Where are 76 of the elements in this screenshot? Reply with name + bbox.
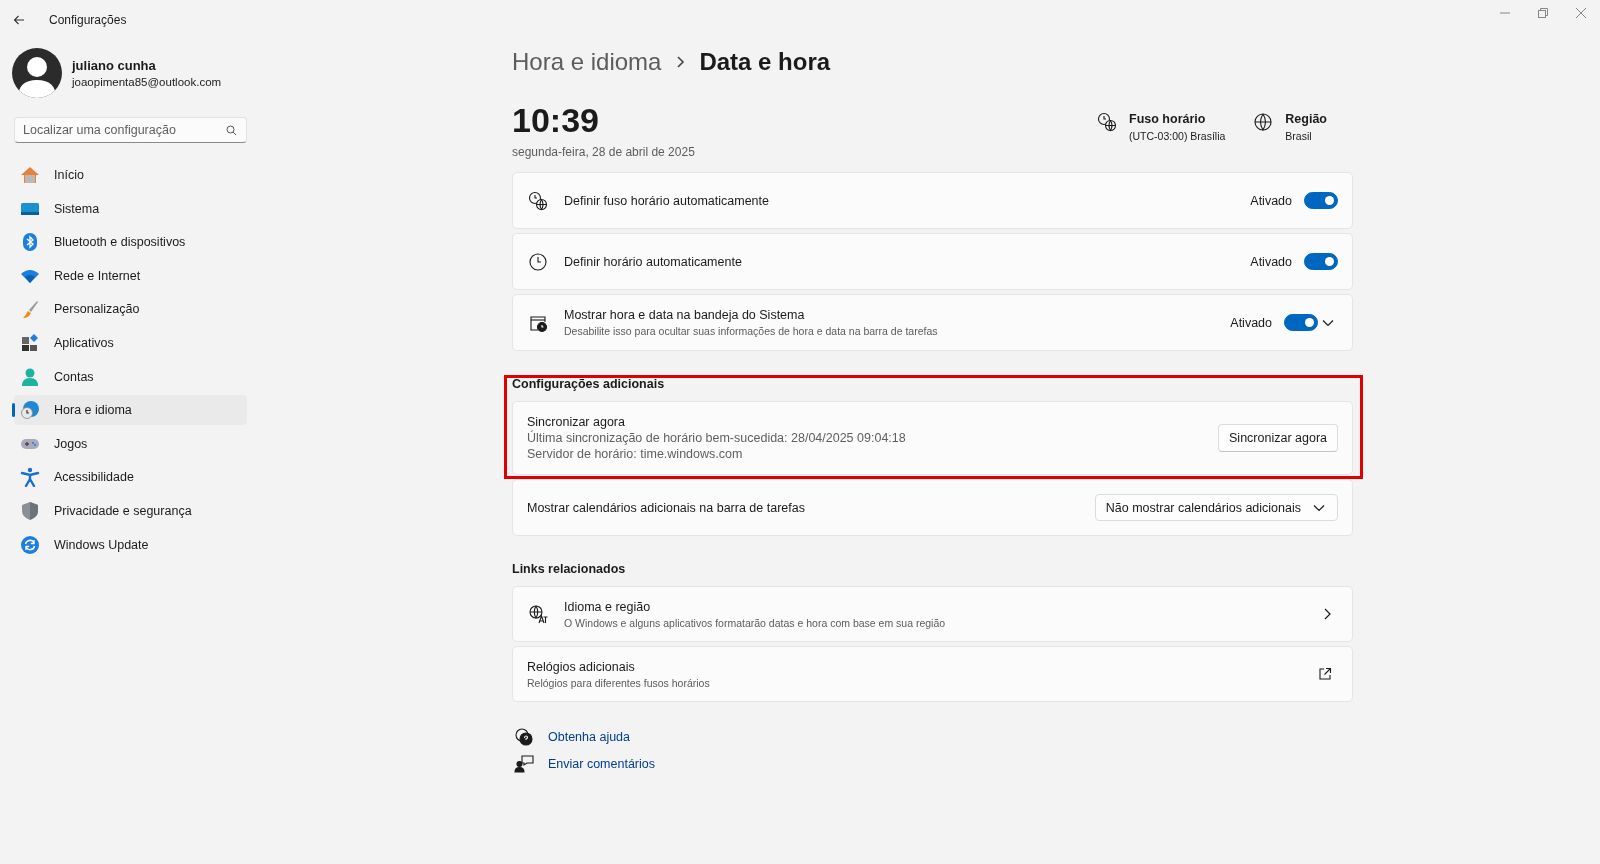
window-title: Configurações xyxy=(49,13,127,27)
clock-globe-icon xyxy=(1097,112,1118,132)
setting-label: Definir horário automaticamente xyxy=(564,254,743,269)
setting-label: Mostrar hora e data na bandeja do Sistema xyxy=(564,308,806,322)
search-field[interactable]: Localizar uma configuração xyxy=(14,117,247,143)
nav-item[interactable]: Personalização xyxy=(14,294,247,325)
clock-icon xyxy=(528,251,548,272)
toggle-switch[interactable] xyxy=(1304,253,1338,270)
setting-label: Definir fuso horário automaticamente xyxy=(564,193,770,208)
external-link-icon xyxy=(1318,667,1332,681)
back-arrow-icon[interactable] xyxy=(13,15,25,25)
time-server-text: Servidor de horário: time.windows.com xyxy=(527,447,744,461)
last-sync-text: Última sincronização de horário bem-sucedida: 28/04/2025 09:04:18 xyxy=(527,431,907,445)
link-description: O Windows e alguns aplicativos formatarão datas e hora com base em sua região xyxy=(564,616,947,629)
link-title: Relógios adicionais xyxy=(527,659,636,674)
breadcrumb-parent[interactable]: Hora e idioma xyxy=(512,48,662,76)
section-heading: Links relacionados xyxy=(512,561,627,578)
apps-icon xyxy=(20,332,40,353)
paintbrush-icon xyxy=(20,299,40,320)
sync-title: Sincronizar agora xyxy=(527,415,626,429)
current-time: 10:39 xyxy=(512,100,600,140)
nav-item[interactable]: Privacidade e segurança xyxy=(14,495,247,526)
chevron-right-icon xyxy=(1322,607,1332,621)
toggle-state: Ativado xyxy=(1250,254,1292,269)
toggle-state: Ativado xyxy=(1250,193,1292,208)
calendar-dropdown[interactable]: Não mostrar calendários adicionais xyxy=(1094,494,1338,521)
nav-item[interactable]: Início xyxy=(14,160,247,190)
shield-icon xyxy=(20,500,40,521)
chevron-right-icon xyxy=(675,55,686,69)
feedback-icon xyxy=(514,753,534,774)
globe-icon xyxy=(1253,112,1274,132)
globe-language-icon xyxy=(528,604,548,624)
nav-item[interactable]: Jogos xyxy=(14,428,247,459)
nav-item[interactable]: Aplicativos xyxy=(14,327,247,358)
related-link-card[interactable]: Idioma e região O Windows e alguns aplicativos formatarão datas e hora com base em sua região xyxy=(512,586,1353,642)
user-name: juliano cunha xyxy=(72,58,157,73)
summary-title: Fuso horário xyxy=(1129,112,1207,126)
nav-item[interactable]: Hora e idioma xyxy=(14,395,247,426)
nav-item[interactable]: Contas xyxy=(14,361,247,392)
toggle-switch[interactable] xyxy=(1304,192,1338,209)
chevron-down-icon xyxy=(1322,318,1334,327)
related-link-card[interactable]: Relógios adicionais Relógios para diferentes fusos horários xyxy=(512,646,1353,702)
page-title: Data e hora xyxy=(699,48,831,76)
restore-icon[interactable] xyxy=(1538,8,1548,18)
link-description: Relógios para diferentes fusos horários xyxy=(527,676,711,689)
link-title: Idioma e região xyxy=(564,599,652,614)
clock-globe-icon xyxy=(528,190,548,211)
help-link[interactable]: Enviar comentários xyxy=(548,756,655,771)
nav-item[interactable]: Rede e Internet xyxy=(14,260,247,291)
avatar xyxy=(12,48,62,98)
toggle-switch[interactable] xyxy=(1284,314,1318,331)
summary-value: (UTC-03:00) Brasília xyxy=(1129,130,1226,142)
setting-label: Mostrar calendários adicionais na barra de tarefas xyxy=(527,500,806,515)
nav-item[interactable]: Acessibilidade xyxy=(14,462,247,493)
caret-icon xyxy=(1313,503,1325,512)
toggle-state: Ativado xyxy=(1230,315,1272,330)
sync-icon xyxy=(20,534,40,555)
user-email: joaopimenta85@outlook.com xyxy=(72,76,222,88)
sync-now-button[interactable]: Sincronizar agora xyxy=(1218,424,1338,452)
close-icon[interactable] xyxy=(1576,8,1586,18)
help-link[interactable]: Obtenha ajuda xyxy=(548,729,630,744)
person-icon xyxy=(20,366,40,387)
house-icon xyxy=(20,165,40,185)
current-date: segunda-feira, 28 de abril de 2025 xyxy=(512,145,695,159)
section-heading: Configurações adicionais xyxy=(512,376,666,393)
search-icon xyxy=(226,125,237,136)
globe-clock-icon xyxy=(20,400,40,421)
summary-title: Região xyxy=(1285,112,1327,126)
nav-item[interactable]: Windows Update xyxy=(14,529,247,560)
nav-item[interactable]: Bluetooth e dispositivos xyxy=(14,227,247,258)
accessibility-icon xyxy=(20,467,40,488)
bluetooth-icon xyxy=(20,232,40,253)
nav-item[interactable]: Sistema xyxy=(14,193,247,224)
setting-description: Desabilite isso para ocultar suas informações de hora e data na barra de tarefas xyxy=(564,325,939,337)
summary-value: Brasil xyxy=(1285,130,1313,142)
help-icon xyxy=(514,726,534,747)
